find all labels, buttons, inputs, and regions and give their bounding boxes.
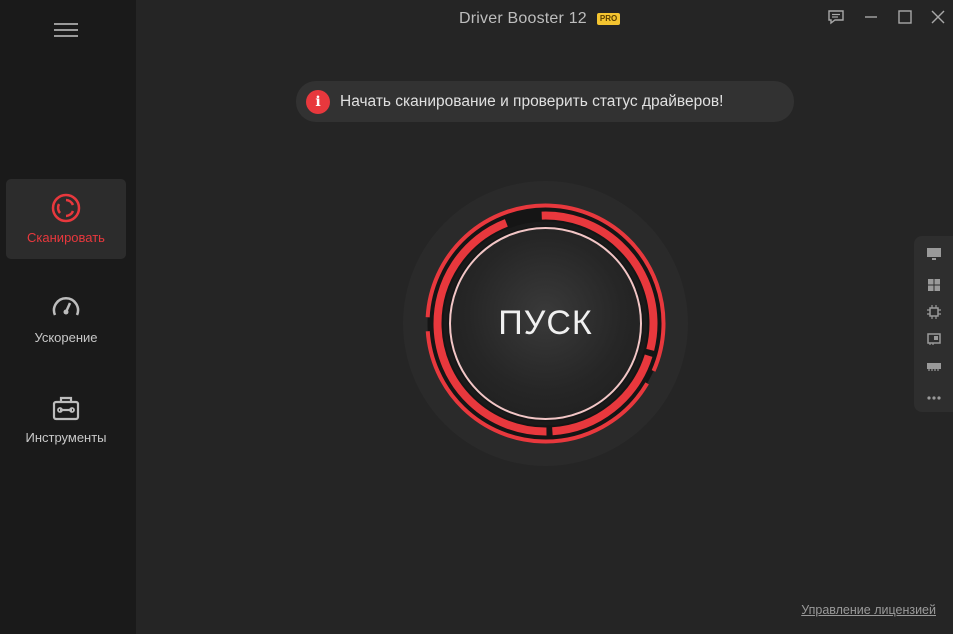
feedback-icon[interactable] [827,8,845,26]
title-bar: Driver Booster 12 PRO [459,8,621,30]
sidebar: Сканировать Ускорение Инструменты [0,0,136,634]
minimize-icon[interactable] [862,8,880,26]
info-icon: i [306,89,330,114]
monitor-icon[interactable] [926,246,942,262]
sidebar-item-speedup[interactable]: Ускорение [6,279,126,359]
hamburger-menu-icon[interactable] [54,22,78,38]
toolbox-icon [52,396,80,421]
app-title: Driver Booster 12 [459,10,587,27]
sidebar-item-label: Ускорение [34,330,98,345]
notice-text: Начать сканирование и проверить статус д… [340,92,724,110]
pro-badge: PRO [596,13,621,25]
chip-icon[interactable] [926,304,942,320]
sidebar-item-label: Инструменты [25,430,107,445]
sidebar-item-tools[interactable]: Инструменты [6,379,126,459]
license-management-link[interactable]: Управление лицензией [801,603,936,617]
scan-notice: i Начать сканирование и проверить статус… [296,81,794,122]
close-icon[interactable] [929,8,947,26]
scan-icon [51,193,81,223]
windows-icon[interactable] [926,277,942,293]
sidebar-item-label: Сканировать [27,230,105,245]
speedometer-icon [52,297,80,316]
maximize-icon[interactable] [896,8,914,26]
network-card-icon[interactable] [926,331,942,347]
scan-start-label: ПУСК [498,304,593,342]
hardware-side-panel [914,236,953,412]
scan-start-button[interactable]: ПУСК [449,227,642,420]
sidebar-item-scan[interactable]: Сканировать [6,179,126,259]
more-icon[interactable] [926,390,942,406]
memory-icon[interactable] [926,358,942,374]
